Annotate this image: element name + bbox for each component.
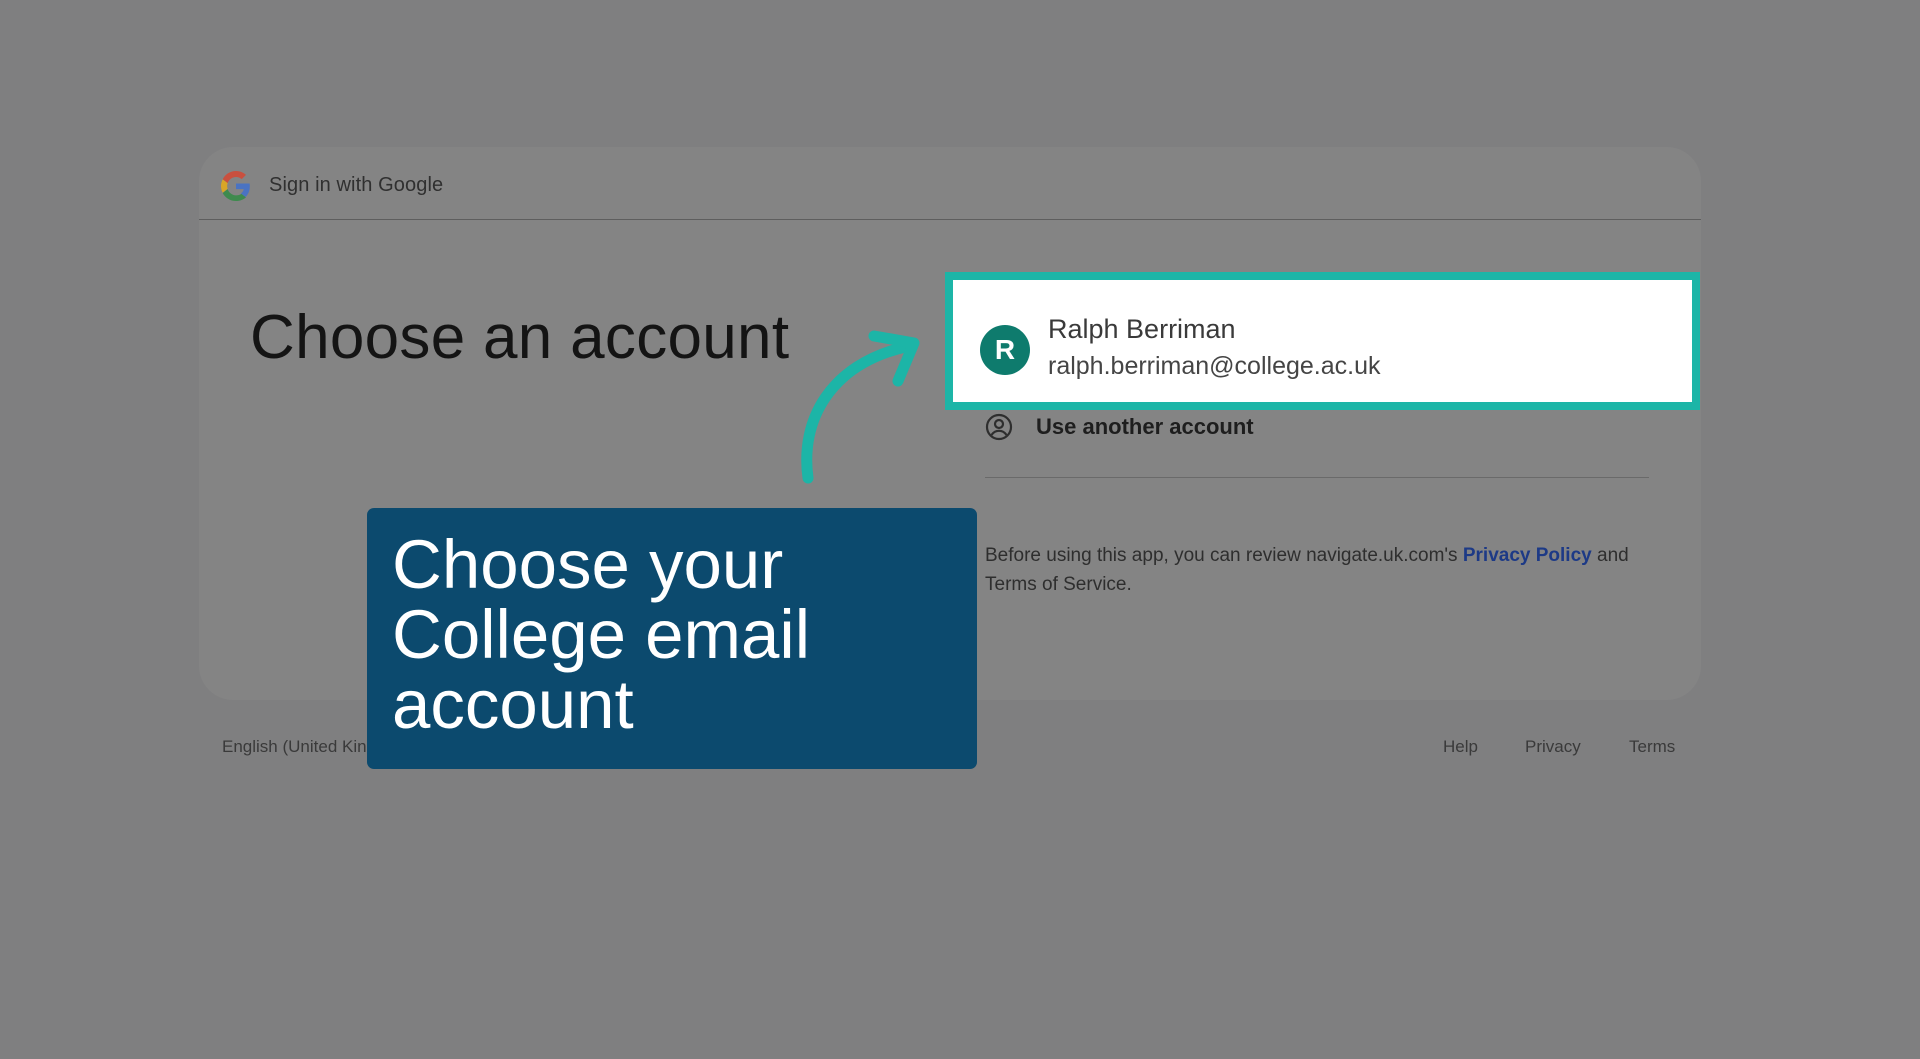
footer-privacy-link[interactable]: Privacy (1525, 737, 1581, 757)
curved-arrow-icon (801, 330, 920, 484)
use-another-account-button[interactable]: Use another account (985, 407, 1254, 447)
callout-text: Choose your College email account (392, 526, 811, 743)
footer-help-link[interactable]: Help (1443, 737, 1478, 757)
privacy-policy-link[interactable]: Privacy Policy (1463, 545, 1592, 566)
footer-terms-link[interactable]: Terms (1629, 737, 1675, 757)
page-title: Choose an account (250, 303, 790, 372)
divider (985, 477, 1649, 478)
avatar: R (980, 325, 1030, 375)
account-circle-icon (985, 413, 1013, 441)
google-g-icon (221, 171, 250, 201)
disclaimer-text: Before using this app, you can review na… (985, 541, 1685, 599)
use-another-account-label: Use another account (1036, 414, 1254, 439)
disclaimer-before: Before using this app, you can review na… (985, 545, 1463, 566)
account-name: Ralph Berriman (1048, 314, 1236, 344)
card-header: Sign in with Google (199, 147, 1701, 220)
instruction-callout: Choose your College email account (367, 508, 977, 769)
account-item-ralph-berriman[interactable]: R Ralph Berriman ralph.berriman@college.… (945, 272, 1700, 410)
header-title: Sign in with Google (269, 174, 444, 196)
account-email: ralph.berriman@college.ac.uk (1048, 352, 1381, 380)
